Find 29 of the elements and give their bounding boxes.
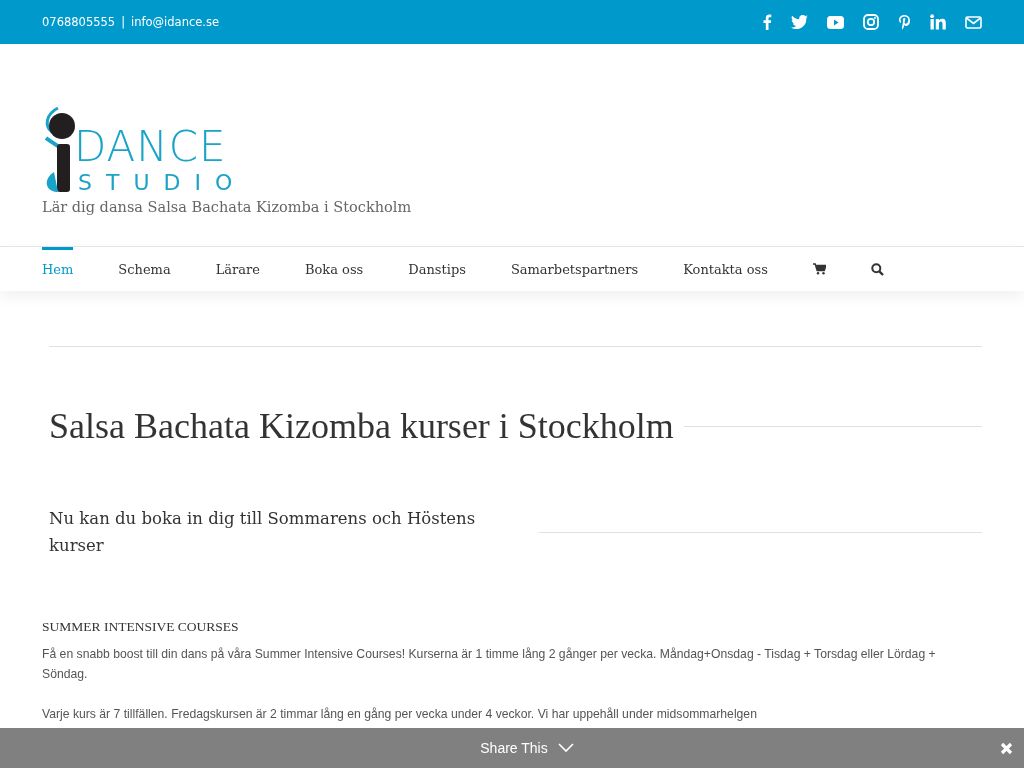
- phone-number: 0768805555: [42, 15, 116, 29]
- section-heading: SUMMER INTENSIVE COURSES: [42, 619, 240, 635]
- share-toggle[interactable]: Share This: [474, 739, 580, 757]
- instagram-icon[interactable]: [863, 14, 879, 30]
- facebook-icon[interactable]: [762, 14, 772, 30]
- page-title: Salsa Bachata Kizomba kurser i Stockholm: [49, 405, 674, 447]
- nav-link[interactable]: Samarbetspartners: [510, 247, 639, 291]
- close-icon[interactable]: [1000, 742, 1013, 755]
- pinterest-icon[interactable]: [898, 14, 911, 30]
- cart-icon[interactable]: [812, 263, 826, 275]
- envelope-icon[interactable]: [965, 15, 982, 29]
- play-button-icon[interactable]: [827, 15, 844, 29]
- nav-link[interactable]: Schema: [118, 247, 171, 291]
- nav-link[interactable]: Danstips: [408, 247, 466, 291]
- nav-link[interactable]: Boka oss: [304, 247, 364, 291]
- logo-wordmark: DANCE: [74, 126, 228, 168]
- search-icon[interactable]: [870, 262, 884, 276]
- paragraph: Varje kurs är 7 tillfällen. Fredagskursen är 2 timmar lång en gång per vecka under 4 veckor. Vi har uppehåll under midsommarhelgen: [42, 706, 758, 723]
- tagline: Lär dig dansa Salsa Bachata Kizomba i Stockholm: [42, 199, 413, 215]
- nav-link[interactable]: Lärare: [215, 247, 260, 291]
- twitter-icon[interactable]: [791, 15, 808, 29]
- dancer-i-logo-icon: [42, 106, 78, 194]
- subtitle: Nu kan du boka in dig till Sommarens och Höstens kurser: [49, 508, 477, 557]
- nav-link[interactable]: Kontakta oss: [683, 247, 768, 291]
- linkedin-icon[interactable]: [930, 14, 946, 30]
- chevron-down-icon: [557, 743, 574, 753]
- paragraph: Få en snabb boost till din dans på våra Summer Intensive Courses! Kurserna är 1 timme lång 2 gånger per vecka. Måndag+Onsdag - Tisdag + Torsdag eller Lördag + Söndag.: [42, 646, 937, 683]
- separator: |: [121, 15, 126, 29]
- logo-subtitle: STUDIO: [78, 172, 247, 194]
